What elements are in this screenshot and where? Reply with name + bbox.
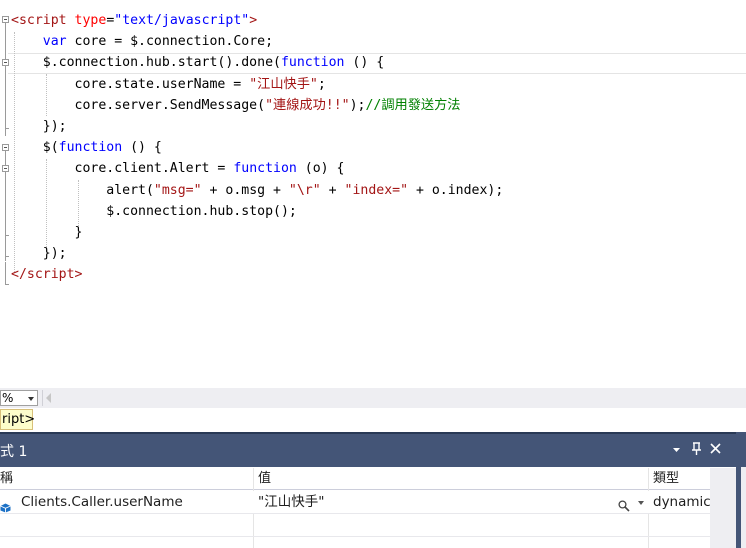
code-line[interactable]: alert("msg=" + o.msg + "\r" + "index=" +…	[11, 180, 503, 201]
visualizer-dropdown-icon[interactable]	[638, 501, 644, 505]
code-line[interactable]: </script>	[11, 264, 82, 285]
code-token: + o.msg +	[201, 182, 289, 198]
vertical-scrollbar[interactable]	[710, 468, 736, 548]
fold-end-tick	[5, 256, 9, 257]
fold-end-tick	[5, 284, 9, 285]
panel-side-inner	[741, 467, 746, 548]
code-token: $.connection.hub.start().done(	[11, 55, 281, 71]
fold-toggle-ready-function[interactable]	[2, 144, 9, 151]
code-token: core = $.connection.Core;	[66, 34, 274, 50]
tag-breadcrumb[interactable]: ript>	[0, 409, 36, 430]
code-line[interactable]: }	[11, 222, 83, 243]
fold-toggle-hub-start[interactable]	[2, 59, 9, 66]
code-editor[interactable]: <script type="text/javascript"> var core…	[0, 0, 746, 388]
fold-end-tick	[5, 128, 9, 129]
code-line[interactable]: });	[11, 243, 67, 264]
column-header-value[interactable]: 值	[258, 468, 271, 490]
scroll-divider	[42, 390, 43, 406]
code-token: function	[233, 161, 297, 177]
code-token: +	[320, 182, 345, 198]
watch-table-header: 稱 值 類型	[0, 468, 710, 490]
tag-breadcrumb-label: ript>	[2, 412, 36, 427]
column-header-type[interactable]: 類型	[653, 468, 679, 490]
code-token: $.connection.hub.stop();	[11, 203, 297, 219]
code-token: core.state.userName =	[11, 76, 250, 92]
watch-panel-title: 式 1	[0, 444, 28, 460]
code-token: <	[11, 13, 19, 28]
code-line[interactable]: $.connection.hub.stop();	[11, 201, 297, 222]
horizontal-scrollbar[interactable]	[0, 388, 746, 408]
code-token: alert(	[11, 182, 154, 198]
code-token: "連線成功!!"	[265, 97, 350, 113]
zoom-value: %	[2, 391, 14, 405]
code-token: "\r"	[288, 182, 321, 198]
scroll-left-arrow-icon[interactable]	[46, 393, 51, 403]
code-token: function	[58, 140, 123, 156]
fold-line	[5, 66, 6, 136]
fold-line	[5, 262, 6, 284]
code-line[interactable]: core.state.userName = "江山快手";	[11, 74, 326, 95]
code-token: type	[74, 13, 107, 28]
code-token: );	[349, 97, 366, 113]
watch-row-value[interactable]: "江山快手"	[258, 491, 324, 514]
watch-row-type: dynamic	[653, 494, 711, 510]
code-line[interactable]: <script type="text/javascript">	[11, 10, 257, 31]
field-cube-icon	[0, 498, 11, 513]
watch-panel-titlebar: 式 1	[0, 434, 736, 467]
column-header-name[interactable]: 稱	[0, 468, 13, 490]
code-token: () {	[122, 140, 162, 156]
code-token: //調用發送方法	[365, 97, 461, 113]
code-token: function	[280, 55, 345, 71]
code-token: >	[74, 267, 83, 283]
close-icon[interactable]	[710, 442, 721, 461]
code-line[interactable]: $.connection.hub.start().done(function (…	[11, 52, 384, 73]
code-token: core.server.SendMessage(	[11, 97, 266, 113]
code-token: (o) {	[296, 161, 345, 177]
code-token: "index="	[344, 182, 409, 198]
code-token: "江山快手"	[249, 76, 318, 92]
dropdown-icon[interactable]	[672, 441, 681, 462]
fold-toggle-alert-function[interactable]	[2, 165, 9, 172]
code-token: >	[249, 13, 258, 28]
code-token: var	[42, 34, 67, 50]
zoom-dropdown[interactable]: %	[0, 390, 38, 406]
code-token: script	[26, 267, 75, 283]
code-line[interactable]: var core = $.connection.Core;	[11, 31, 273, 52]
code-token: "msg="	[153, 182, 202, 198]
code-line[interactable]: });	[11, 116, 67, 137]
code-token: "text/javascript"	[114, 13, 250, 28]
code-token: core.client.Alert =	[11, 161, 234, 177]
chevron-down-icon	[28, 397, 34, 401]
fold-toggle-script[interactable]	[2, 16, 9, 23]
code-token: ;	[317, 76, 326, 92]
code-token: + o.index);	[408, 182, 504, 198]
code-token: $(	[11, 140, 59, 156]
code-line[interactable]: $(function () {	[11, 137, 162, 158]
fold-end-tick	[5, 235, 9, 236]
watch-row-name: Clients.Caller.userName	[21, 494, 183, 510]
code-token: }	[11, 225, 83, 240]
watch-row-empty[interactable]	[0, 514, 710, 537]
code-line[interactable]: core.client.Alert = function (o) {	[11, 158, 345, 179]
editor-status-area	[0, 408, 746, 432]
code-token: () {	[344, 55, 385, 71]
code-line[interactable]: core.server.SendMessage("連線成功!!");//調用發送…	[11, 95, 461, 116]
code-token: });	[11, 246, 67, 262]
code-token: });	[11, 119, 67, 134]
watch-row[interactable]: Clients.Caller.userName "江山快手" dynamic	[0, 491, 711, 514]
code-token: </	[11, 267, 27, 283]
code-token: script	[18, 13, 67, 28]
pin-icon[interactable]	[691, 442, 702, 461]
